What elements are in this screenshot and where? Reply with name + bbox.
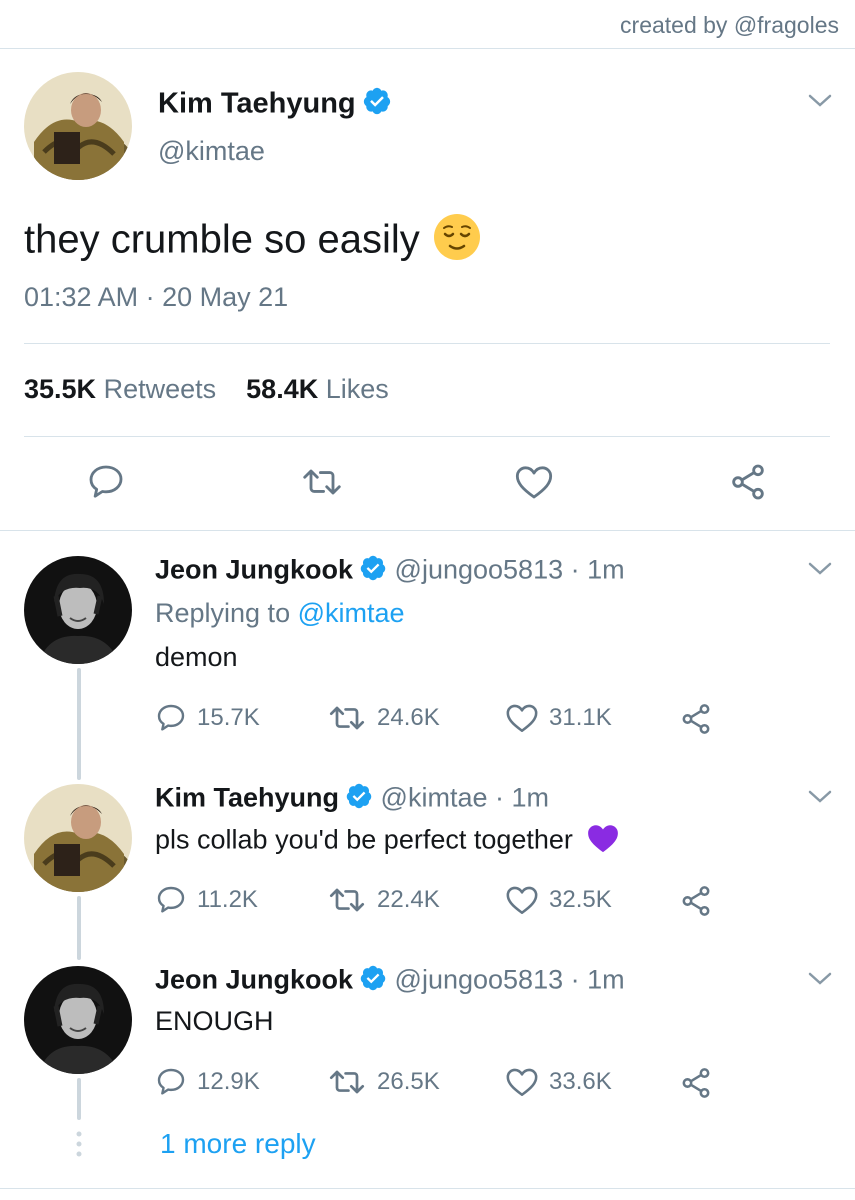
thread-line (77, 896, 81, 960)
bottom-divider (0, 1188, 855, 1189)
reply-header: Kim Taehyung @kimtae · 1m (155, 782, 549, 817)
reply-text-content: pls collab you'd be perfect together (155, 824, 573, 855)
relieved-face-icon (432, 212, 482, 272)
chevron-down-icon[interactable] (808, 94, 832, 113)
retweet-button[interactable]: 24.6K (327, 702, 440, 734)
retweet-count: 22.4K (377, 886, 440, 913)
share-button[interactable] (679, 884, 713, 918)
avatar-jeon-jungkook[interactable] (24, 966, 132, 1074)
more-replies-link[interactable]: 1 more reply (160, 1128, 316, 1160)
tweet-timestamp[interactable]: 01:32 AM · 20 May 21 (24, 282, 288, 313)
retweets-count: 35.5K (24, 374, 97, 404)
reply-icon (157, 886, 185, 913)
tweet-author-handle[interactable]: @kimtae (158, 136, 265, 167)
reply-icon[interactable] (86, 462, 126, 507)
divider (0, 530, 855, 531)
like-button[interactable]: 31.1K (505, 702, 612, 734)
retweet-button[interactable]: 26.5K (327, 1066, 440, 1098)
reply-count: 15.7K (197, 704, 260, 731)
reply-icon (157, 1068, 185, 1095)
retweet-icon (329, 1070, 365, 1094)
share-button[interactable] (679, 1066, 713, 1100)
chevron-down-icon[interactable] (808, 790, 832, 809)
verified-badge-icon (359, 554, 387, 589)
reply-button[interactable]: 11.2K (155, 884, 258, 916)
avatar-jeon-jungkook[interactable] (24, 556, 132, 664)
tweet-stats: 35.5K Retweets 58.4K Likes (24, 374, 389, 405)
retweet-icon[interactable] (300, 464, 344, 505)
reply-time: · 1m (495, 782, 549, 813)
divider (24, 343, 830, 344)
reply-author-name[interactable]: Kim Taehyung (155, 783, 339, 813)
divider (24, 436, 830, 437)
avatar-kim-taehyung[interactable] (24, 784, 132, 892)
reply-count: 12.9K (197, 1068, 260, 1095)
retweet-button[interactable]: 22.4K (327, 884, 440, 916)
like-count: 33.6K (549, 1068, 612, 1095)
reply-actions: 15.7K 24.6K 31.1K (155, 702, 755, 736)
credit-text: created by @fragoles (620, 12, 839, 38)
likes-count: 58.4K (246, 374, 319, 404)
like-count: 32.5K (549, 886, 612, 913)
likes-stat[interactable]: 58.4K Likes (246, 374, 389, 404)
retweet-count: 24.6K (377, 704, 440, 731)
replying-to: Replying to @kimtae (155, 598, 405, 629)
reply-text: demon (155, 642, 238, 672)
verified-badge-icon (359, 964, 387, 999)
retweets-label: Retweets (103, 374, 217, 404)
share-icon (682, 1068, 710, 1098)
reply-header: Jeon Jungkook @jungoo5813 · 1m (155, 964, 625, 999)
share-icon (682, 704, 710, 734)
avatar-kim-taehyung[interactable] (24, 72, 132, 180)
more-replies-dots-icon (75, 1130, 83, 1163)
chevron-down-icon[interactable] (808, 562, 832, 581)
verified-badge-icon (345, 782, 373, 817)
reply-author-handle[interactable]: @jungoo5813 (395, 965, 564, 995)
replying-to-link[interactable]: @kimtae (298, 598, 405, 628)
chevron-down-icon[interactable] (808, 972, 832, 991)
reply-time: · 1m (570, 964, 625, 995)
reply-time: · 1m (570, 554, 625, 585)
likes-label: Likes (325, 374, 389, 404)
reply-author-handle[interactable]: @kimtae (381, 783, 488, 813)
tweet-text-content: they crumble so easily (24, 217, 420, 262)
reply-actions: 12.9K 26.5K 33.6K (155, 1066, 755, 1100)
tweet-author-name[interactable]: Kim Taehyung (158, 86, 392, 124)
reply-button[interactable]: 15.7K (155, 702, 260, 734)
like-count: 31.1K (549, 704, 612, 731)
reply-author-name[interactable]: Jeon Jungkook (155, 965, 353, 995)
thread-line (77, 1078, 81, 1120)
verified-badge-icon (362, 86, 392, 124)
reply-button[interactable]: 12.9K (155, 1066, 260, 1098)
like-icon[interactable] (514, 463, 554, 506)
retweet-icon (329, 706, 365, 730)
replying-to-prefix: Replying to (155, 598, 291, 628)
top-divider (0, 48, 855, 49)
reply-author-handle[interactable]: @jungoo5813 (395, 555, 564, 585)
reply-icon (157, 704, 185, 731)
retweets-stat[interactable]: 35.5K Retweets (24, 374, 216, 404)
reply-header: Jeon Jungkook @jungoo5813 · 1m (155, 554, 625, 589)
reply-author-name[interactable]: Jeon Jungkook (155, 555, 353, 585)
reply-count: 11.2K (197, 886, 258, 913)
purple-heart-icon (586, 822, 620, 861)
like-icon (506, 704, 538, 733)
author-name-label: Kim Taehyung (158, 87, 356, 120)
like-icon (506, 1068, 538, 1097)
reply-text: pls collab you'd be perfect together (155, 822, 620, 861)
reply-text: ENOUGH (155, 1006, 274, 1036)
retweet-icon (329, 888, 365, 912)
share-button[interactable] (679, 702, 713, 736)
like-button[interactable]: 32.5K (505, 884, 612, 916)
like-button[interactable]: 33.6K (505, 1066, 612, 1098)
like-icon (506, 886, 538, 915)
tweet-text: they crumble so easily (24, 212, 482, 272)
retweet-count: 26.5K (377, 1068, 440, 1095)
share-icon[interactable] (728, 462, 768, 507)
reply-actions: 11.2K 22.4K 32.5K (155, 884, 755, 918)
share-icon (682, 886, 710, 916)
thread-line (77, 668, 81, 780)
